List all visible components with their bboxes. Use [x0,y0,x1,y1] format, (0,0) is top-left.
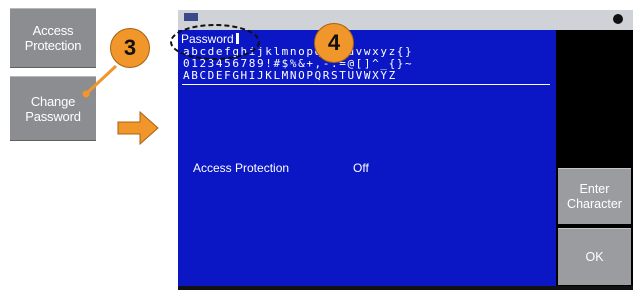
callout-4: 4 [314,23,354,63]
